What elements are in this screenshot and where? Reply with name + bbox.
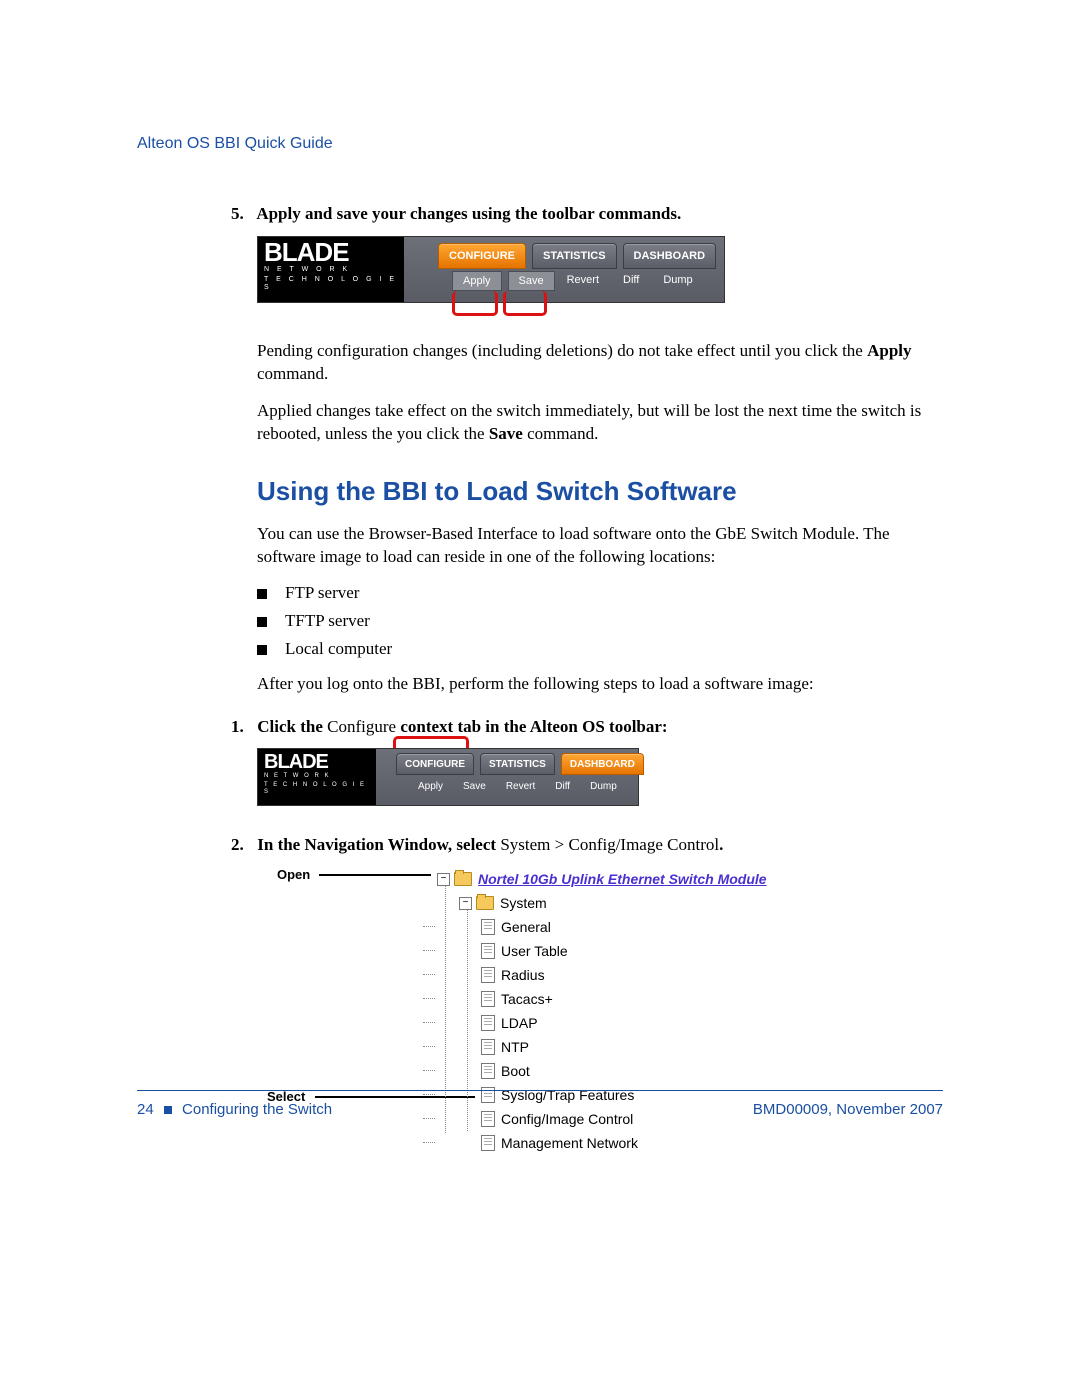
tree-root[interactable]: − Nortel 10Gb Uplink Ethernet Switch Mod… bbox=[437, 867, 767, 891]
callout-apply-highlight bbox=[452, 291, 498, 316]
tree-item-mgmt-network[interactable]: Management Network bbox=[437, 1131, 767, 1155]
save-button[interactable]: Save bbox=[508, 271, 555, 291]
step-1-heading: 1. Click the Configure context tab in th… bbox=[257, 716, 943, 739]
page-icon bbox=[481, 943, 495, 959]
diff-button[interactable]: Diff bbox=[545, 779, 580, 794]
blade-logo-line1: BLADE bbox=[264, 753, 370, 771]
callout-open-line bbox=[319, 874, 431, 876]
list-item-local: Local computer bbox=[257, 639, 943, 659]
tree-root-label[interactable]: Nortel 10Gb Uplink Ethernet Switch Modul… bbox=[478, 871, 767, 887]
folder-icon bbox=[476, 896, 494, 910]
list-item-ftp: FTP server bbox=[257, 583, 943, 603]
blade-logo: BLADE N E T W O R K T E C H N O L O G I … bbox=[258, 749, 376, 805]
tree-item-tacacs[interactable]: Tacacs+ bbox=[437, 987, 767, 1011]
save-button[interactable]: Save bbox=[453, 779, 496, 794]
tree-item-radius[interactable]: Radius bbox=[437, 963, 767, 987]
step-5-text: Apply and save your changes using the to… bbox=[256, 204, 681, 223]
tab-configure[interactable]: CONFIGURE bbox=[396, 753, 474, 775]
apply-button[interactable]: Apply bbox=[452, 271, 502, 291]
tree-system-label: System bbox=[500, 895, 547, 911]
step-1-number: 1. bbox=[231, 716, 253, 739]
revert-button[interactable]: Revert bbox=[555, 271, 611, 291]
step-5-number: 5. bbox=[231, 203, 253, 226]
page-icon bbox=[481, 991, 495, 1007]
blade-logo-line3: T E C H N O L O G I E S bbox=[264, 782, 370, 795]
tree-item-ldap[interactable]: LDAP bbox=[437, 1011, 767, 1035]
tree-item-general[interactable]: General bbox=[437, 915, 767, 939]
alteon-toolbar-figure-2: BLADE N E T W O R K T E C H N O L O G I … bbox=[257, 748, 639, 806]
bullet-icon bbox=[257, 589, 267, 599]
running-head: Alteon OS BBI Quick Guide bbox=[137, 135, 943, 153]
list-item-tftp: TFTP server bbox=[257, 611, 943, 631]
tab-dashboard[interactable]: DASHBOARD bbox=[561, 753, 644, 775]
footer-left: 24 Configuring the Switch bbox=[137, 1101, 332, 1118]
bullet-icon bbox=[257, 617, 267, 627]
page-icon bbox=[481, 1063, 495, 1079]
page-icon bbox=[481, 1039, 495, 1055]
paragraph-apply-note: Pending configuration changes (including… bbox=[257, 340, 943, 386]
diff-button[interactable]: Diff bbox=[611, 271, 651, 291]
chapter-title: Configuring the Switch bbox=[182, 1101, 332, 1118]
collapse-icon[interactable]: − bbox=[437, 873, 450, 886]
collapse-icon[interactable]: − bbox=[459, 897, 472, 910]
paragraph-steps-intro: After you log onto the BBI, perform the … bbox=[257, 673, 943, 696]
tree-item-boot[interactable]: Boot bbox=[437, 1059, 767, 1083]
tree-item-user-table[interactable]: User Table bbox=[437, 939, 767, 963]
locations-list: FTP server TFTP server Local computer bbox=[257, 583, 943, 659]
tree-item-ntp[interactable]: NTP bbox=[437, 1035, 767, 1059]
callout-save-highlight bbox=[503, 291, 547, 316]
page-icon bbox=[481, 967, 495, 983]
paragraph-save-note: Applied changes take effect on the switc… bbox=[257, 400, 943, 446]
revert-button[interactable]: Revert bbox=[496, 779, 545, 794]
page-icon bbox=[481, 1015, 495, 1031]
blade-logo: BLADE N E T W O R K T E C H N O L O G I … bbox=[258, 237, 404, 302]
tree-system[interactable]: − System bbox=[437, 891, 767, 915]
step-2-number: 2. bbox=[231, 834, 253, 857]
bullet-icon bbox=[257, 645, 267, 655]
callout-open-label: Open bbox=[277, 867, 310, 882]
tab-statistics[interactable]: STATISTICS bbox=[532, 243, 617, 269]
step-5-heading: 5. Apply and save your changes using the… bbox=[257, 203, 943, 226]
paragraph-intro: You can use the Browser-Based Interface … bbox=[257, 523, 943, 569]
tab-configure[interactable]: CONFIGURE bbox=[438, 243, 526, 269]
page-number: 24 bbox=[137, 1101, 154, 1118]
footer-right: BMD00009, November 2007 bbox=[753, 1101, 943, 1118]
tab-statistics[interactable]: STATISTICS bbox=[480, 753, 555, 775]
step-2-heading: 2. In the Navigation Window, select Syst… bbox=[257, 834, 943, 857]
blade-logo-line3: T E C H N O L O G I E S bbox=[264, 276, 398, 291]
dump-button[interactable]: Dump bbox=[580, 779, 627, 794]
page-icon bbox=[481, 1135, 495, 1151]
blade-logo-line1: BLADE bbox=[264, 241, 398, 264]
blade-logo-line2: N E T W O R K bbox=[264, 266, 398, 274]
tab-dashboard[interactable]: DASHBOARD bbox=[623, 243, 717, 269]
footer-separator-icon bbox=[164, 1106, 172, 1114]
heading-load-switch-software: Using the BBI to Load Switch Software bbox=[257, 476, 943, 507]
page-content: Alteon OS BBI Quick Guide 5. Apply and s… bbox=[137, 135, 943, 1147]
page-footer: 24 Configuring the Switch BMD00009, Nove… bbox=[137, 1090, 943, 1118]
blade-logo-line2: N E T W O R K bbox=[264, 773, 370, 780]
dump-button[interactable]: Dump bbox=[651, 271, 704, 291]
page-icon bbox=[481, 919, 495, 935]
apply-button[interactable]: Apply bbox=[408, 779, 453, 794]
folder-icon bbox=[454, 872, 472, 886]
